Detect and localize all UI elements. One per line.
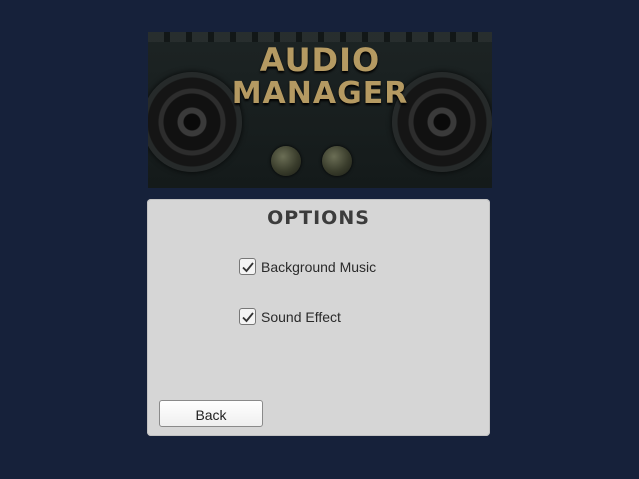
app-logo: AUDIO MANAGER <box>148 41 492 111</box>
background-music-toggle[interactable]: Background Music <box>239 258 376 275</box>
background-music-label: Background Music <box>261 258 377 275</box>
back-button[interactable]: Back <box>159 400 263 427</box>
sound-effect-checkbox[interactable] <box>239 308 256 325</box>
options-panel: OPTIONS Background Music Sound Effect Ba… <box>147 199 490 436</box>
sound-effect-label: Sound Effect <box>261 308 341 325</box>
logo-line-2: MANAGER <box>231 76 409 111</box>
logo-line-1: AUDIO <box>259 41 381 79</box>
audio-manager-banner: AUDIO MANAGER <box>148 32 492 188</box>
sound-effect-toggle[interactable]: Sound Effect <box>239 308 341 325</box>
background-music-checkbox[interactable] <box>239 258 256 275</box>
knob-right <box>322 146 352 176</box>
knob-left <box>271 146 301 176</box>
checkmark-icon <box>242 262 254 273</box>
options-title: OPTIONS <box>267 207 370 229</box>
checkmark-icon <box>242 312 254 323</box>
